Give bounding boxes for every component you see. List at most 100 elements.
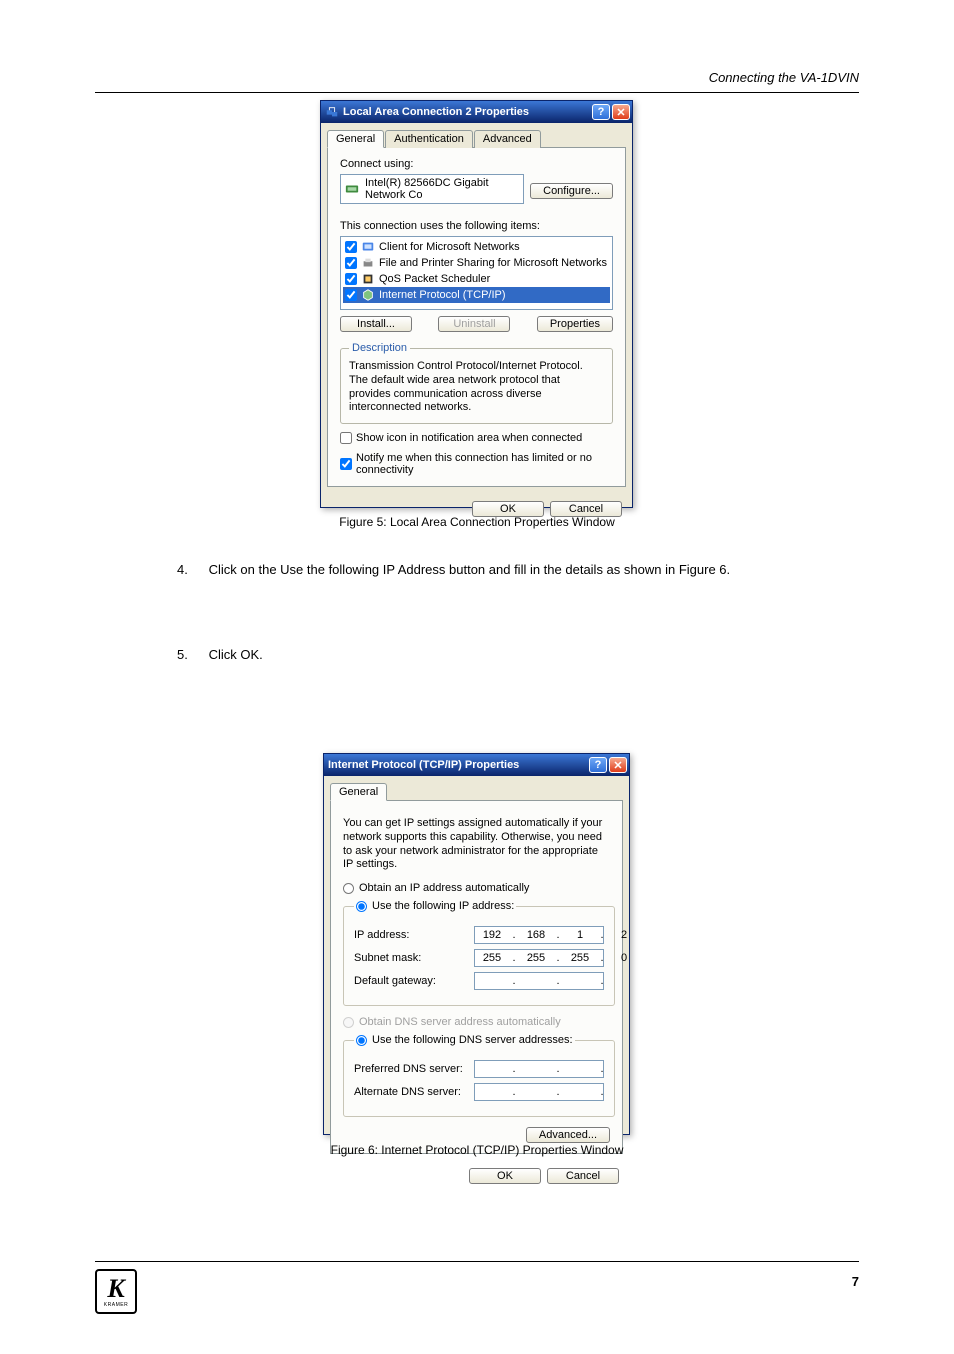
client-icon (361, 240, 375, 254)
qos-icon (361, 272, 375, 286)
alt-dns-label: Alternate DNS server: (354, 1086, 474, 1098)
ip-octet[interactable]: 168 (525, 929, 547, 941)
notify-row[interactable]: Notify me when this connection has limit… (340, 452, 613, 476)
use-dns-row[interactable]: Use the following DNS server addresses: (356, 1034, 573, 1046)
ip-octet[interactable]: 192 (481, 929, 503, 941)
adapter-name: Intel(R) 82566DC Gigabit Network Co (365, 177, 519, 201)
gateway-input[interactable]: . . . (474, 972, 604, 990)
tab-body: Connect using: Intel(R) 82566DC Gigabit … (327, 148, 626, 487)
ip-octet[interactable]: 1 (569, 929, 591, 941)
close-button[interactable]: ✕ (612, 104, 630, 120)
list-item[interactable]: Internet Protocol (TCP/IP) (343, 287, 610, 303)
description-group: Description Transmission Control Protoco… (340, 342, 613, 424)
footer-rule (95, 1261, 859, 1262)
alt-dns-row: Alternate DNS server: . . . (354, 1083, 604, 1101)
titlebar: Internet Protocol (TCP/IP) Properties ? … (324, 754, 629, 776)
page-header-text: Connecting the VA-1DVIN (709, 70, 859, 85)
gateway-row: Default gateway: . . . (354, 972, 604, 990)
notify-label: Notify me when this connection has limit… (356, 452, 613, 476)
list-item[interactable]: File and Printer Sharing for Microsoft N… (343, 255, 610, 271)
advanced-row: Advanced... (343, 1127, 610, 1143)
pref-dns-label: Preferred DNS server: (354, 1063, 474, 1075)
item-label: Client for Microsoft Networks (379, 241, 520, 253)
step-4-number: 4. (177, 560, 205, 580)
use-ip-radio[interactable] (356, 901, 367, 912)
obtain-dns-auto-row: Obtain DNS server address automatically (343, 1016, 610, 1028)
items-list[interactable]: Client for Microsoft Networks File and P… (340, 236, 613, 310)
header-rule (95, 92, 859, 93)
item-checkbox[interactable] (345, 257, 357, 269)
ip-octet[interactable]: 255 (569, 952, 591, 964)
ip-octet[interactable]: 255 (525, 952, 547, 964)
step-4-text: Click on the Use the following IP Addres… (209, 562, 731, 577)
figure-6-caption: Figure 6: Internet Protocol (TCP/IP) Pro… (227, 1143, 727, 1157)
show-icon-label: Show icon in notification area when conn… (356, 432, 582, 444)
list-item[interactable]: QoS Packet Scheduler (343, 271, 610, 287)
cancel-button[interactable]: Cancel (547, 1168, 619, 1184)
use-dns-group: Use the following DNS server addresses: … (343, 1031, 615, 1117)
ok-button[interactable]: OK (469, 1168, 541, 1184)
show-icon-row[interactable]: Show icon in notification area when conn… (340, 432, 613, 444)
show-icon-checkbox[interactable] (340, 432, 352, 444)
tabs: General (330, 782, 623, 801)
tab-authentication[interactable]: Authentication (385, 130, 473, 148)
titlebar: Local Area Connection 2 Properties ? ✕ (321, 101, 632, 123)
obtain-dns-auto-label: Obtain DNS server address automatically (359, 1016, 561, 1028)
brand-logo-text: KRAMER (104, 1302, 128, 1308)
obtain-ip-auto-label: Obtain an IP address automatically (359, 882, 529, 894)
file-printer-icon (361, 256, 375, 270)
ip-octet[interactable]: 2 (613, 929, 635, 941)
tab-general[interactable]: General (327, 130, 384, 148)
item-checkbox[interactable] (345, 289, 357, 301)
close-button[interactable]: ✕ (609, 757, 627, 773)
configure-button[interactable]: Configure... (530, 183, 613, 199)
tab-advanced[interactable]: Advanced (474, 130, 541, 148)
help-button[interactable]: ? (592, 104, 610, 120)
uninstall-button: Uninstall (438, 316, 510, 332)
item-label: Internet Protocol (TCP/IP) (379, 289, 506, 301)
obtain-ip-auto-radio[interactable] (343, 883, 354, 894)
tcpip-icon (361, 288, 375, 302)
tab-general[interactable]: General (330, 783, 387, 801)
item-checkbox[interactable] (345, 273, 357, 285)
tabs: General Authentication Advanced (327, 129, 626, 148)
lan-properties-dialog: Local Area Connection 2 Properties ? ✕ G… (320, 100, 633, 508)
tab-body: You can get IP settings assigned automat… (330, 801, 623, 1154)
ip-address-label: IP address: (354, 929, 474, 941)
nic-icon (345, 182, 359, 196)
step-5-number: 5. (177, 645, 205, 665)
connect-using-label: Connect using: (340, 158, 613, 170)
pref-dns-input[interactable]: . . . (474, 1060, 604, 1078)
help-button[interactable]: ? (589, 757, 607, 773)
subnet-label: Subnet mask: (354, 952, 474, 964)
item-button-row: Install... Uninstall Properties (340, 316, 613, 332)
ip-octet[interactable]: 0 (613, 952, 635, 964)
use-ip-group: Use the following IP address: IP address… (343, 897, 615, 1006)
notify-checkbox[interactable] (340, 458, 352, 470)
pref-dns-row: Preferred DNS server: . . . (354, 1060, 604, 1078)
description-legend: Description (349, 342, 410, 354)
intro-text: You can get IP settings assigned automat… (343, 817, 610, 872)
ip-address-input[interactable]: 192. 168. 1. 2 (474, 926, 604, 944)
install-button[interactable]: Install... (340, 316, 412, 332)
properties-button[interactable]: Properties (537, 316, 613, 332)
brand-logo-k: K (107, 1276, 124, 1302)
dialog-footer: OK Cancel (324, 1160, 629, 1192)
use-dns-radio[interactable] (356, 1035, 367, 1046)
advanced-button[interactable]: Advanced... (526, 1127, 610, 1143)
obtain-dns-auto-radio (343, 1017, 354, 1028)
figure-5-caption: Figure 5: Local Area Connection Properti… (227, 515, 727, 529)
obtain-ip-auto-row[interactable]: Obtain an IP address automatically (343, 882, 610, 894)
item-checkbox[interactable] (345, 241, 357, 253)
item-label: File and Printer Sharing for Microsoft N… (379, 257, 607, 269)
list-item[interactable]: Client for Microsoft Networks (343, 239, 610, 255)
ip-octet[interactable]: 255 (481, 952, 503, 964)
use-ip-row[interactable]: Use the following IP address: (356, 900, 514, 912)
item-label: QoS Packet Scheduler (379, 273, 490, 285)
step-4: 4. Click on the Use the following IP Add… (177, 560, 797, 580)
subnet-input[interactable]: 255. 255. 255. 0 (474, 949, 604, 967)
description-text: Transmission Control Protocol/Internet P… (349, 360, 604, 415)
connection-icon (325, 105, 339, 119)
tcpip-properties-dialog: Internet Protocol (TCP/IP) Properties ? … (323, 753, 630, 1135)
alt-dns-input[interactable]: . . . (474, 1083, 604, 1101)
